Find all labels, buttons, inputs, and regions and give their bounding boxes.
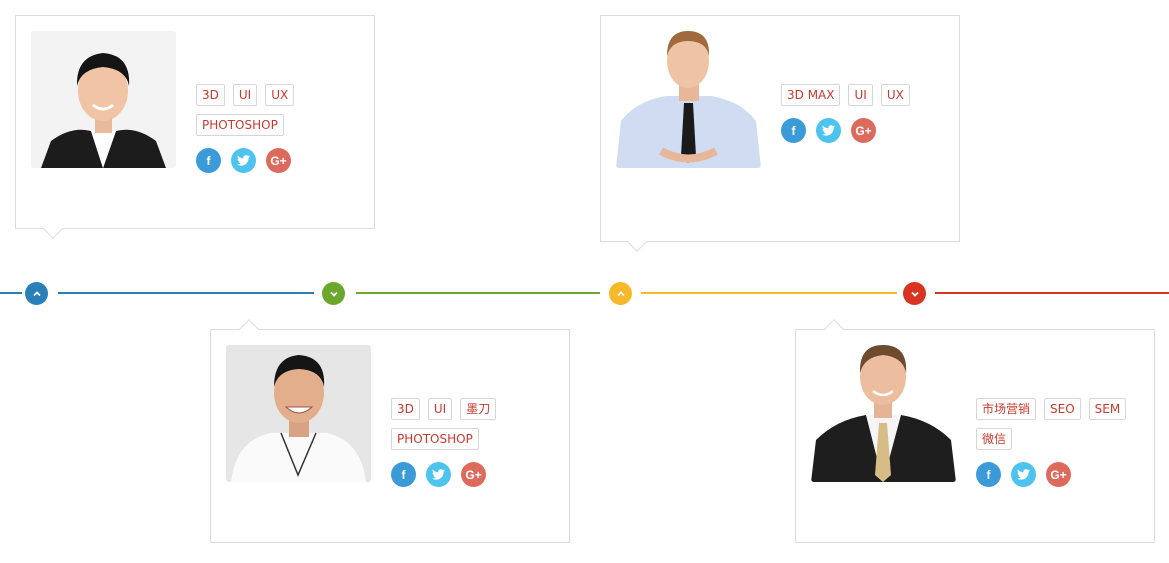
timeline-node-2[interactable]: [322, 282, 345, 305]
profile-photo: [811, 345, 956, 482]
skill-tag[interactable]: 市场营销: [976, 398, 1037, 420]
skill-tag[interactable]: 微信: [976, 428, 1013, 450]
skill-tag[interactable]: SEM: [1088, 398, 1127, 420]
card-pointer: [627, 232, 647, 252]
skill-tag[interactable]: UI: [232, 84, 258, 106]
man-in-white-tshirt-photo: [226, 345, 371, 482]
google-plus-icon[interactable]: G+: [851, 118, 876, 143]
timeline-node-1[interactable]: [25, 282, 48, 305]
timeline-node-4[interactable]: [903, 282, 926, 305]
profile-card-1: 3D UI UX PHOTOSHOP f G+: [15, 15, 375, 239]
chevron-up-icon: [32, 290, 41, 296]
profile-card-2: 3D UI 墨刀 PHOTOSHOP f G+: [210, 319, 570, 543]
twitter-icon[interactable]: [1011, 462, 1036, 487]
facebook-icon[interactable]: f: [976, 462, 1001, 487]
social-links: f G+: [781, 118, 946, 143]
chevron-down-icon: [910, 291, 919, 297]
profile-photo: [31, 31, 176, 168]
card-pointer: [43, 219, 63, 239]
twitter-icon[interactable]: [231, 148, 256, 173]
timeline-node-3[interactable]: [609, 282, 632, 305]
facebook-icon[interactable]: f: [781, 118, 806, 143]
skill-tags: 3D MAX UI UX: [781, 84, 946, 106]
facebook-icon[interactable]: f: [391, 462, 416, 487]
man-in-suit-with-tie-photo: [811, 345, 956, 482]
profile-photo: [226, 345, 371, 482]
twitter-icon[interactable]: [816, 118, 841, 143]
profile-card-3: 3D MAX UI UX f G+: [600, 15, 960, 252]
skill-tag[interactable]: 墨刀: [460, 398, 497, 420]
chevron-up-icon: [616, 290, 625, 296]
timeline-segment-blue: [0, 292, 22, 294]
skill-tag[interactable]: UI: [427, 398, 453, 420]
timeline-segment-yellow: [641, 292, 897, 294]
skill-tag[interactable]: 3D MAX: [781, 84, 841, 106]
profile-photo: [616, 31, 761, 168]
timeline-segment-green: [356, 292, 600, 294]
skill-tag[interactable]: 3D: [391, 398, 420, 420]
google-plus-icon[interactable]: G+: [266, 148, 291, 173]
timeline-segment-blue: [58, 292, 314, 294]
timeline-segment-red: [935, 292, 1169, 294]
man-in-black-suit-photo: [31, 31, 176, 168]
skill-tag[interactable]: UX: [880, 84, 910, 106]
chevron-down-icon: [329, 291, 338, 297]
social-links: f G+: [391, 462, 556, 487]
card-pointer: [239, 319, 259, 339]
skill-tag[interactable]: 3D: [196, 84, 225, 106]
card-pointer: [824, 319, 844, 339]
social-links: f G+: [976, 462, 1141, 487]
skill-tags: 3D UI 墨刀 PHOTOSHOP: [391, 398, 556, 450]
skill-tag[interactable]: UI: [848, 84, 873, 106]
google-plus-icon[interactable]: G+: [1046, 462, 1071, 487]
skill-tag[interactable]: PHOTOSHOP: [391, 428, 479, 450]
skill-tag[interactable]: SEO: [1044, 398, 1081, 420]
google-plus-icon[interactable]: G+: [461, 462, 486, 487]
facebook-icon[interactable]: f: [196, 148, 221, 173]
skill-tag[interactable]: UX: [265, 84, 295, 106]
social-links: f G+: [196, 148, 361, 173]
man-in-blue-shirt-photo: [616, 31, 761, 168]
twitter-icon[interactable]: [426, 462, 451, 487]
skill-tag[interactable]: PHOTOSHOP: [196, 114, 284, 136]
skill-tags: 3D UI UX PHOTOSHOP: [196, 84, 361, 136]
skill-tags: 市场营销 SEO SEM 微信: [976, 398, 1141, 450]
profile-card-4: 市场营销 SEO SEM 微信 f G+: [795, 319, 1155, 543]
